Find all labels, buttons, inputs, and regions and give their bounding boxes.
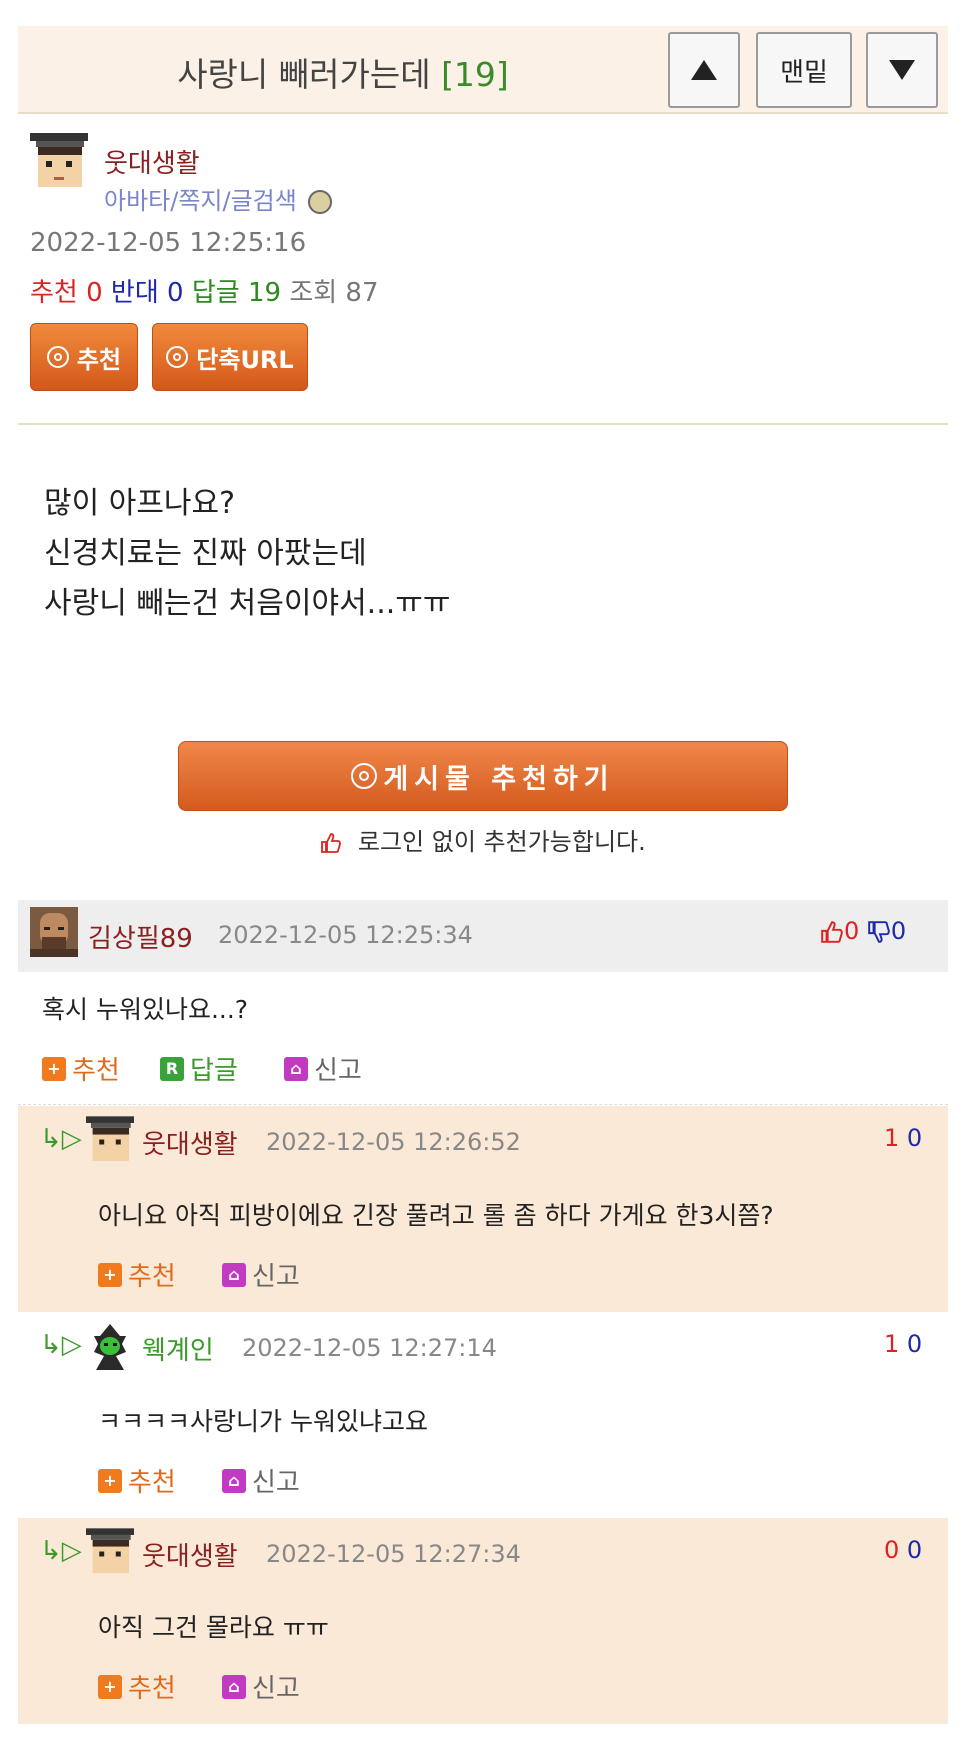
separator — [18, 1104, 948, 1105]
recommend-button[interactable]: 추천 — [30, 323, 138, 391]
comment-report[interactable]: ⌂ 신고 — [222, 1256, 300, 1293]
comment-votes: 1 0 — [884, 1330, 923, 1358]
title-bar: 사랑니 빼러가는데 [19] 맨밑 — [18, 26, 948, 114]
post-title: 사랑니 빼러가는데 [19] — [177, 55, 509, 94]
thumbs-up-icon[interactable] — [820, 920, 844, 944]
comment-report[interactable]: ⌂ 신고 — [284, 1050, 362, 1087]
author-avatar[interactable] — [30, 133, 88, 195]
login-note: 로그인 없이 추천가능합니다. — [0, 822, 966, 857]
plus-icon: + — [98, 1262, 122, 1287]
url-icon — [166, 346, 189, 368]
comment-date: 2022-12-05 12:27:14 — [242, 1334, 497, 1362]
reply-arrow-icon: ↳▷ — [40, 1330, 82, 1360]
target-icon — [351, 763, 378, 789]
comment-votes: 0 0 — [884, 1536, 923, 1564]
plus-icon: + — [42, 1056, 66, 1081]
post-date: 2022-12-05 12:25:16 — [30, 228, 307, 258]
comment-votes: 1 0 — [884, 1124, 923, 1152]
post-body-line: 사랑니 빼는건 처음이야서...ㅠㅠ — [44, 586, 451, 621]
post-body-line: 많이 아프나요? — [44, 486, 236, 521]
alarm-icon: ⌂ — [284, 1056, 308, 1081]
comment-recommend[interactable]: + 추천 — [42, 1050, 120, 1087]
up-arrow-icon — [691, 60, 717, 80]
reply-count: [19] — [441, 55, 509, 94]
reply-arrow-icon: ↳▷ — [40, 1536, 82, 1566]
post-body-line: 신경치료는 진짜 아팠는데 — [44, 536, 367, 571]
short-url-button[interactable]: 단축URL — [152, 323, 308, 391]
comment-votes: 0 0 — [820, 917, 906, 945]
commenter-avatar[interactable] — [86, 1528, 134, 1580]
comment-recommend[interactable]: + 추천 — [98, 1256, 176, 1293]
comment-recommend[interactable]: + 추천 — [98, 1462, 176, 1499]
comment-text: 아니요 아직 피방이에요 긴장 풀려고 롤 좀 하다 가게요 한3시쯤? — [98, 1201, 774, 1230]
comment-text: 혹시 누워있나요...? — [42, 995, 249, 1024]
level-badge-icon — [308, 190, 333, 214]
recommend-post-button[interactable]: 게시물 추천하기 — [178, 741, 788, 811]
comment-author[interactable]: 웩계인 — [142, 1330, 214, 1367]
alarm-icon: ⌂ — [222, 1674, 246, 1699]
thumbs-down-icon[interactable] — [867, 920, 891, 944]
comment-recommend[interactable]: + 추천 — [98, 1668, 176, 1705]
plus-icon: + — [98, 1468, 122, 1493]
commenter-avatar[interactable] — [86, 1116, 134, 1168]
commenter-avatar[interactable] — [30, 907, 78, 957]
plus-icon: + — [98, 1674, 122, 1699]
thumbs-up-icon — [321, 833, 342, 853]
comment-author[interactable]: 김상필89 — [88, 918, 193, 955]
target-icon — [46, 346, 69, 368]
comment-author[interactable]: 웃대생활 — [142, 1536, 238, 1573]
comment-date: 2022-12-05 12:26:52 — [266, 1128, 521, 1156]
comment-date: 2022-12-05 12:25:34 — [218, 921, 473, 949]
comment-text: 아직 그건 몰라요 ㅠㅠ — [98, 1613, 329, 1642]
go-bottom-button[interactable]: 맨밑 — [756, 32, 852, 108]
scroll-up-button[interactable] — [668, 32, 740, 108]
comment-report[interactable]: ⌂ 신고 — [222, 1462, 300, 1499]
comment-report[interactable]: ⌂ 신고 — [222, 1668, 300, 1705]
commenter-avatar[interactable] — [86, 1322, 134, 1374]
reply-arrow-icon: ↳▷ — [40, 1124, 82, 1154]
reply-icon: R — [160, 1056, 184, 1081]
divider — [18, 423, 948, 425]
scroll-down-button[interactable] — [866, 32, 938, 108]
alarm-icon: ⌂ — [222, 1262, 246, 1287]
author-name[interactable]: 웃대생활 — [104, 143, 200, 180]
comment-author[interactable]: 웃대생활 — [142, 1124, 238, 1161]
comment-reply[interactable]: R 답글 — [160, 1050, 238, 1087]
post-stats: 추천 0 반대 0 답글 19 조회 87 — [30, 278, 379, 308]
comment-date: 2022-12-05 12:27:34 — [266, 1540, 521, 1568]
comment-text: ㅋㅋㅋㅋ사랑니가 누워있냐고요 — [98, 1407, 428, 1436]
alarm-icon: ⌂ — [222, 1468, 246, 1493]
author-links[interactable]: 아바타/쪽지/글검색 — [104, 181, 333, 216]
down-arrow-icon — [889, 60, 915, 80]
